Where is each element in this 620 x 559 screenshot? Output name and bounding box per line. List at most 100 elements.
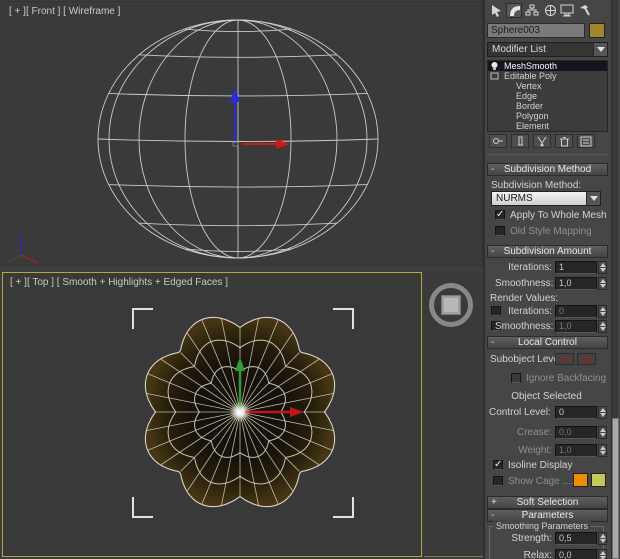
stack-item-label: Element (516, 121, 550, 131)
smoothed-mesh-canvas (132, 308, 354, 518)
display-tab[interactable] (559, 3, 575, 18)
viewport-top-active[interactable]: [ + ][ Top ] [ Smooth + Highlights + Edg… (2, 272, 422, 557)
stack-item-label: Border (516, 101, 544, 111)
remove-modifier-button[interactable] (555, 134, 573, 148)
object-selected-status: Object Selected (511, 391, 582, 402)
modifier-stack: MeshSmooth Editable Poly Vertex Edge Bor… (487, 60, 608, 132)
utilities-tab[interactable] (576, 3, 592, 18)
make-unique-button[interactable] (533, 134, 551, 148)
modifier-list-dropdown[interactable]: Modifier List (487, 42, 608, 57)
stack-item-meshsmooth[interactable]: MeshSmooth (488, 61, 607, 71)
hierarchy-icon (525, 4, 539, 16)
configure-modifier-sets-button[interactable] (577, 134, 595, 148)
utilities-hammer-icon (579, 5, 590, 16)
expand-icon: + (491, 497, 497, 508)
stack-item-vertex[interactable]: Vertex (488, 81, 607, 91)
smoothness-label: Smoothness: (495, 278, 554, 289)
iterations-spinner[interactable] (598, 261, 607, 274)
sphere-wireframe-canvas (8, 19, 379, 264)
viewport-front[interactable]: [ + ][ Front ] [ Wireframe ] (1, 1, 483, 266)
configure-sets-icon (580, 136, 592, 146)
rollout-subdivision-amount[interactable]: - Subdivision Amount (487, 245, 608, 258)
viewport-sliver[interactable] (424, 272, 483, 557)
subdivision-method-dropdown[interactable]: NURMS (491, 191, 601, 206)
strength-field[interactable]: 0,5 (555, 532, 597, 545)
hierarchy-tab[interactable] (524, 3, 540, 18)
collapse-icon: - (491, 164, 495, 175)
render-iterations-field[interactable]: 0 (555, 305, 597, 318)
strength-spinner[interactable] (598, 532, 607, 545)
chevron-down-icon (596, 47, 605, 52)
isoline-display-label: Isoline Display (508, 460, 573, 471)
show-end-result-button[interactable] (511, 134, 529, 148)
rollout-title: Local Control (518, 337, 577, 348)
panel-scrollbar-thumb[interactable] (612, 418, 619, 559)
cage-color-swatch-2[interactable] (591, 473, 606, 487)
ignore-backfacing-checkbox[interactable] (511, 373, 521, 383)
rollout-soft-selection[interactable]: + Soft Selection (487, 496, 608, 509)
subobject-level-label: Subobject Level: (490, 354, 564, 365)
old-style-mapping-checkbox[interactable] (495, 226, 505, 236)
control-level-field[interactable]: 0 (555, 406, 597, 419)
viewport-top-label[interactable]: [ + ][ Top ] [ Smooth + Highlights + Edg… (10, 277, 228, 288)
3dsmax-window: [ + ][ Front ] [ Wireframe ] [ + ][ Top … (0, 0, 620, 559)
render-smoothness-spinner[interactable] (598, 320, 607, 333)
weight-spinner[interactable] (598, 444, 607, 457)
rollout-local-control[interactable]: - Local Control (487, 336, 608, 349)
render-iterations-spinner[interactable] (598, 305, 607, 318)
object-color-swatch[interactable] (589, 23, 605, 38)
control-level-spinner[interactable] (598, 406, 607, 419)
weight-label: Weight: (518, 445, 552, 456)
rollout-title: Subdivision Method (503, 164, 592, 175)
smoothness-field[interactable]: 1,0 (555, 277, 597, 290)
panel-scrollbar-track[interactable] (611, 0, 619, 559)
viewport-front-label[interactable]: [ + ][ Front ] [ Wireframe ] (9, 6, 120, 17)
relax-spinner[interactable] (598, 549, 607, 559)
collapse-icon: - (491, 246, 495, 257)
motion-tab[interactable] (542, 3, 558, 18)
subobject-edge-button[interactable] (577, 353, 596, 365)
modifier-list-label: Modifier List (492, 44, 546, 55)
smoothness-spinner[interactable] (598, 277, 607, 290)
isoline-display-checkbox[interactable] (493, 459, 503, 470)
relax-field[interactable]: 0,0 (555, 549, 597, 559)
strength-label: Strength: (511, 533, 552, 544)
crease-field[interactable]: 0,0 (555, 426, 597, 439)
subdivision-method-arrow[interactable] (586, 192, 600, 205)
cage-color-swatch-1[interactable] (573, 473, 588, 487)
rollout-subdivision-method[interactable]: - Subdivision Method (487, 163, 608, 176)
rollout-title: Subdivision Amount (503, 246, 592, 257)
apply-whole-mesh-checkbox[interactable] (495, 209, 505, 220)
subobject-vertex-button[interactable] (555, 353, 574, 365)
stack-item-polygon[interactable]: Polygon (488, 111, 607, 121)
pin-stack-icon (493, 138, 503, 144)
stack-item-label: Edge (516, 91, 538, 101)
render-iterations-label: Iterations: (508, 306, 552, 317)
editable-poly-icon (490, 72, 499, 80)
edge-icon (579, 355, 594, 362)
modify-tab[interactable] (506, 3, 522, 18)
stack-item-border[interactable]: Border (488, 101, 607, 111)
render-iterations-checkbox[interactable] (491, 306, 501, 316)
divider (487, 154, 608, 155)
old-style-mapping-label: Old Style Mapping (510, 226, 592, 237)
show-cage-checkbox[interactable] (493, 476, 503, 486)
stack-item-label: Editable Poly (504, 71, 557, 81)
trash-icon (559, 136, 569, 146)
weight-field[interactable]: 1,0 (555, 444, 597, 457)
modifier-list-arrow[interactable] (593, 43, 607, 56)
stack-item-editable-poly[interactable]: Editable Poly (488, 71, 607, 81)
render-smoothness-field[interactable]: 1,0 (555, 320, 597, 333)
viewcube-top-face[interactable] (441, 295, 461, 315)
iterations-field[interactable]: 1 (555, 261, 597, 274)
object-name-field[interactable] (487, 23, 585, 38)
stack-item-edge[interactable]: Edge (488, 91, 607, 101)
vertex-dots-icon (558, 357, 571, 361)
lightbulb-icon (491, 62, 498, 70)
create-tab[interactable] (488, 3, 504, 18)
pin-stack-button[interactable] (489, 134, 507, 148)
stack-item-label: Polygon (516, 111, 549, 121)
stack-item-element[interactable]: Element (488, 121, 607, 131)
crease-spinner[interactable] (598, 426, 607, 439)
command-panel: Modifier List MeshSmooth Editable Poly V… (485, 0, 620, 559)
